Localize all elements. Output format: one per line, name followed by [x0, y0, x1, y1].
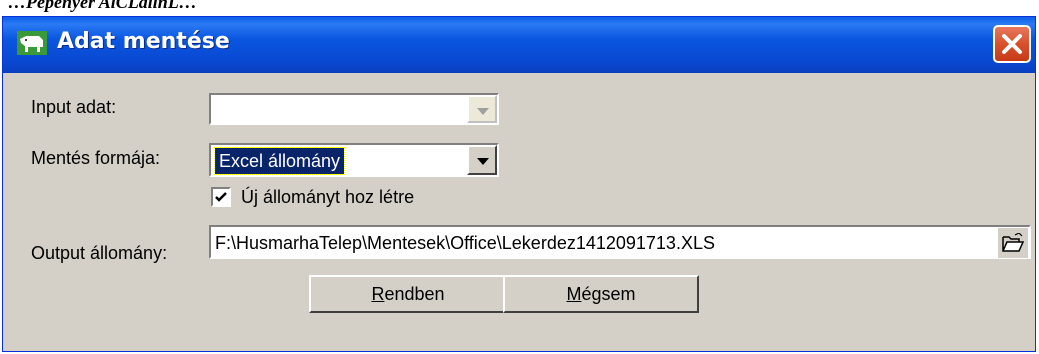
- new-file-checkbox[interactable]: [211, 187, 231, 207]
- title-bar[interactable]: Adat mentése: [3, 17, 1035, 73]
- save-data-dialog: Adat mentése Input adat: Mentés formája:…: [2, 16, 1036, 352]
- cancel-button[interactable]: Mégsem: [503, 275, 699, 313]
- save-format-label: Mentés formája:: [31, 148, 161, 168]
- dialog-title: Adat mentése: [57, 29, 230, 54]
- output-file-path: F:\HusmarhaTelep\Mentesek\Office\Lekerde…: [215, 233, 715, 253]
- input-data-dropdown-button[interactable]: [467, 95, 497, 123]
- close-icon: [1002, 34, 1022, 54]
- cow-icon: [17, 31, 47, 55]
- ok-button[interactable]: Rendben: [309, 275, 507, 313]
- chevron-down-icon: [477, 108, 489, 115]
- check-icon: [215, 192, 227, 202]
- save-format-selected-value: Excel állomány: [213, 147, 346, 175]
- browse-button[interactable]: [998, 228, 1028, 258]
- output-file-label: Output állomány:: [31, 243, 168, 263]
- background-caption: …Pepenyer AlCLallnL…: [8, 0, 197, 12]
- input-data-combobox[interactable]: [209, 93, 499, 125]
- input-data-label: Input adat:: [31, 97, 117, 117]
- cancel-button-mnemonic: M: [566, 284, 582, 304]
- save-format-combobox[interactable]: Excel állomány: [209, 143, 499, 177]
- ok-button-label: endben: [384, 284, 445, 304]
- ok-button-mnemonic: R: [371, 284, 385, 304]
- save-format-dropdown-button[interactable]: [467, 145, 497, 175]
- close-button[interactable]: [993, 25, 1031, 63]
- cancel-button-label: égsem: [581, 284, 636, 304]
- chevron-down-icon: [477, 158, 489, 165]
- output-file-input[interactable]: F:\HusmarhaTelep\Mentesek\Office\Lekerde…: [209, 225, 1031, 259]
- new-file-checkbox-label[interactable]: Új állományt hoz létre: [241, 187, 414, 208]
- open-folder-icon: [1002, 233, 1024, 252]
